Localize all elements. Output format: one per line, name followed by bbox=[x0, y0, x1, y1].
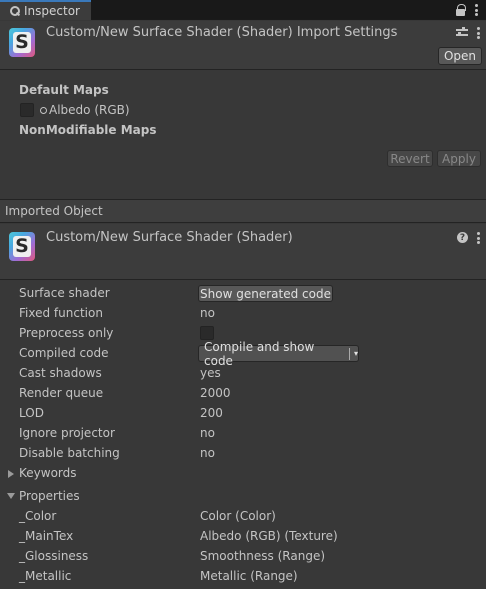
preset-button[interactable] bbox=[456, 27, 468, 37]
preprocess-only-checkbox[interactable] bbox=[200, 326, 214, 340]
disable-batching-label: Disable batching bbox=[19, 446, 120, 460]
import-settings-title: Custom/New Surface Shader (Shader) Impor… bbox=[46, 25, 398, 40]
shader-asset-icon: S bbox=[9, 232, 35, 261]
lock-icon[interactable] bbox=[456, 4, 466, 16]
fixed-function-value: no bbox=[200, 306, 215, 320]
property-value: Albedo (RGB) (Texture) bbox=[200, 529, 338, 543]
cast-shadows-label: Cast shadows bbox=[19, 366, 102, 380]
shader-header: S Custom/New Surface Shader (Shader) ? bbox=[0, 224, 486, 280]
import-settings-header: S Custom/New Surface Shader (Shader) Imp… bbox=[0, 21, 486, 69]
ignore-projector-label: Ignore projector bbox=[19, 426, 115, 440]
inspector-icon bbox=[8, 5, 20, 17]
chevron-down-icon[interactable] bbox=[7, 493, 15, 499]
nonmodifiable-maps-label: NonModifiable Maps bbox=[19, 123, 157, 137]
sliders-icon bbox=[456, 27, 468, 37]
kebab-menu-icon[interactable] bbox=[475, 4, 478, 16]
tab-inspector[interactable]: Inspector bbox=[0, 0, 91, 20]
property-name: _Glossiness bbox=[19, 549, 89, 563]
show-generated-code-button[interactable]: Show generated code bbox=[198, 285, 333, 302]
ignore-projector-value: no bbox=[200, 426, 215, 440]
lod-label: LOD bbox=[19, 406, 44, 420]
surface-shader-label: Surface shader bbox=[19, 286, 110, 300]
apply-button[interactable]: Apply bbox=[437, 150, 481, 167]
revert-button[interactable]: Revert bbox=[387, 150, 433, 167]
tab-label: Inspector bbox=[24, 4, 80, 18]
lod-value: 200 bbox=[200, 406, 223, 420]
albedo-texture-slot[interactable] bbox=[20, 103, 34, 117]
property-value: Metallic (Range) bbox=[200, 569, 298, 583]
kebab-menu-icon[interactable] bbox=[477, 27, 480, 39]
default-maps-label: Default Maps bbox=[19, 83, 109, 97]
compile-button-label: Compile and show code bbox=[204, 339, 315, 368]
property-value: Color (Color) bbox=[200, 509, 276, 523]
shader-asset-icon: S bbox=[9, 28, 35, 57]
tab-bar: Inspector bbox=[0, 0, 486, 20]
imported-object-label: Imported Object bbox=[5, 204, 103, 218]
open-button[interactable]: Open bbox=[438, 47, 482, 65]
property-name: _MainTex bbox=[19, 529, 74, 543]
cast-shadows-value: yes bbox=[200, 366, 221, 380]
property-value: Smoothness (Range) bbox=[200, 549, 326, 563]
render-queue-value: 2000 bbox=[200, 386, 231, 400]
preprocess-only-label: Preprocess only bbox=[19, 326, 114, 340]
chevron-right-icon[interactable] bbox=[8, 470, 14, 478]
compiled-code-label: Compiled code bbox=[19, 346, 109, 360]
fixed-function-label: Fixed function bbox=[19, 306, 103, 320]
keywords-foldout[interactable]: Keywords bbox=[19, 466, 77, 480]
tab-tools bbox=[456, 2, 478, 18]
kebab-menu-icon[interactable] bbox=[477, 232, 480, 244]
albedo-label: Albedo (RGB) bbox=[49, 103, 130, 117]
properties-foldout[interactable]: Properties bbox=[19, 489, 80, 503]
dropdown-separator bbox=[349, 347, 350, 360]
object-picker-icon[interactable] bbox=[40, 107, 47, 114]
shader-icon-letter: S bbox=[13, 236, 31, 257]
property-name: _Color bbox=[19, 509, 57, 523]
disable-batching-value: no bbox=[200, 446, 215, 460]
shader-title: Custom/New Surface Shader (Shader) bbox=[46, 230, 293, 245]
compile-and-show-code-dropdown[interactable]: Compile and show code ▾ bbox=[198, 340, 359, 368]
property-name: _Metallic bbox=[19, 569, 72, 583]
chevron-down-icon[interactable]: ▾ bbox=[354, 349, 358, 358]
render-queue-label: Render queue bbox=[19, 386, 104, 400]
help-icon[interactable]: ? bbox=[457, 232, 468, 243]
divider bbox=[0, 69, 486, 70]
imported-object-bar: Imported Object bbox=[0, 199, 486, 223]
shader-icon-letter: S bbox=[13, 32, 31, 53]
